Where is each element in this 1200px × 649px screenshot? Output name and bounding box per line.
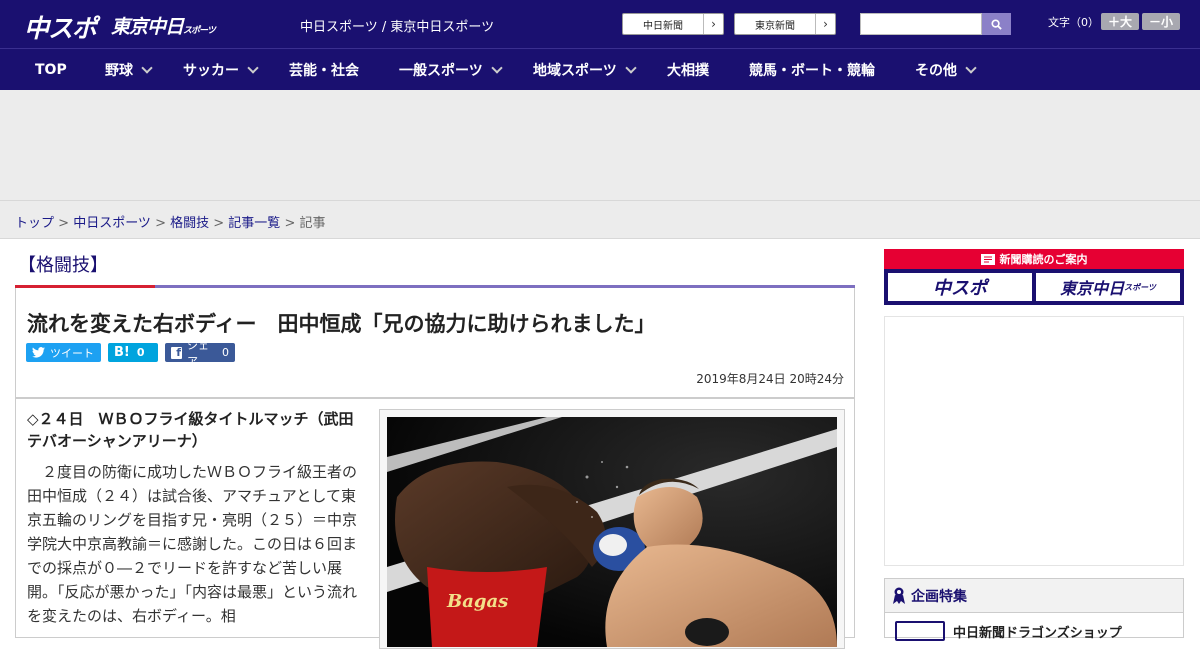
chevron-down-icon [965,61,977,74]
article-title: 流れを変えた右ボディー 田中恒成「兄の協力に助けられました」 [27,312,656,336]
hatena-bookmark-button[interactable]: B! 0 [108,343,158,362]
boxing-match-photo[interactable]: Bagas [387,417,837,647]
breadcrumb-separator: > [209,216,229,231]
search-input[interactable] [860,13,982,35]
article-date: 2019年8月24日 20時24分 [696,372,844,386]
main-nav: TOP 野球 サッカー 芸能・社会 一般スポーツ 地域スポーツ 大相撲 競馬・ボ… [0,48,1200,90]
paper-link-label: 東京新聞 [755,20,795,32]
chevron-down-icon [625,61,637,74]
facebook-share-label: シェア [187,338,209,368]
feature-item-dragons-shop[interactable]: 中日新聞ドラゴンズショップ [895,621,1122,641]
ribbon-icon [893,587,905,604]
nav-item-local-sports[interactable]: 地域スポーツ [533,49,637,91]
top-header: 中スポ 東京中日スポーツ 中日スポーツ / 東京中日スポーツ 中日新聞 › 東京… [0,0,1200,48]
font-size-increase-button[interactable]: ＋大 [1101,13,1139,30]
twitter-icon [32,347,45,358]
nav-item-baseball[interactable]: 野球 [105,49,153,91]
subscribe-chunichi-sports[interactable]: 中スポ [888,273,1032,301]
nav-item-racing[interactable]: 競馬・ボート・競輪 [749,49,875,91]
feature-heading: 企画特集 [885,579,1183,613]
breadcrumb: トップ > 中日スポーツ > 格闘技 > 記事一覧 > 記事 [15,212,326,231]
tweet-label: ツイート [50,346,94,360]
chevron-down-icon [247,61,259,74]
breadcrumb-bar: トップ > 中日スポーツ > 格闘技 > 記事一覧 > 記事 [0,200,1200,239]
breadcrumb-separator: > [54,216,74,231]
nav-label: 野球 [105,63,133,79]
article-paragraph: ２度目の防衛に成功したＷＢＯフライ級王者の田中恒成（２４）は試合後、アマチュアと… [27,463,358,625]
nav-label: 大相撲 [667,63,709,79]
nav-label: 地域スポーツ [533,63,617,79]
nav-item-sumo[interactable]: 大相撲 [667,49,709,91]
category-heading: 【格闘技】 [18,255,108,276]
sidebar-ad-area [884,316,1184,566]
nav-item-top[interactable]: TOP [35,49,67,91]
paper-link-label: 中日新聞 [643,20,683,32]
facebook-icon: f [171,346,182,359]
feature-heading-label: 企画特集 [911,588,967,605]
nav-item-entertainment[interactable]: 芸能・社会 [289,49,359,91]
logo-tokyo-small: スポーツ [183,26,216,36]
feature-thumbnail [895,621,945,641]
breadcrumb-chunichi-sports[interactable]: 中日スポーツ [73,216,151,231]
top-ad-area [0,90,1200,200]
nav-label: 一般スポーツ [399,63,483,79]
breadcrumb-combat-sports[interactable]: 格闘技 [170,216,209,231]
subscribe-tokyo-chunichi-sports[interactable]: 東京中日 スポーツ [1036,273,1180,301]
article-body: ◇２４日 ＷＢＯフライ級タイトルマッチ（武田テバオーシャンアリーナ） ２度目の防… [15,398,855,649]
nav-item-general-sports[interactable]: 一般スポーツ [399,49,503,91]
chunichi-sports-logo[interactable]: 中スポ [24,9,97,45]
breadcrumb-current: 記事 [299,216,326,231]
breadcrumb-top[interactable]: トップ [15,216,54,231]
nav-item-other[interactable]: その他 [915,49,977,91]
facebook-share-count: 0 [222,346,229,359]
search-icon [991,18,1002,30]
article-header: 流れを変えた右ボディー 田中恒成「兄の協力に助けられました」 ツイート B! 0… [15,288,855,398]
site-name: 中日スポーツ / 東京中日スポーツ [300,20,495,35]
hatena-icon: B! [114,345,130,360]
tweet-button[interactable]: ツイート [26,343,101,362]
breadcrumb-article-list[interactable]: 記事一覧 [228,216,280,231]
boxing-photo-illustration: Bagas [387,417,837,647]
tokyo-shimbun-link[interactable]: 東京新聞 › [734,13,836,35]
nav-label: TOP [35,62,67,78]
nav-label: サッカー [183,63,239,79]
feature-section: 企画特集 中日新聞ドラゴンズショップ [884,578,1184,641]
logo-tokyo-text: 東京中日 [111,16,184,38]
chevron-right-icon: › [815,14,835,34]
subscribe-tokyo-logo-small: スポーツ [1124,282,1156,292]
subscription-banner[interactable]: 新聞購読のご案内 中スポ 東京中日 スポーツ [884,249,1184,305]
hatena-count: 0 [136,346,145,359]
nav-label: その他 [915,63,957,79]
article-lead: ◇２４日 ＷＢＯフライ級タイトルマッチ（武田テバオーシャンアリーナ） [27,410,354,450]
font-size-decrease-button[interactable]: －小 [1142,13,1180,30]
subscription-heading-label: 新聞購読のご案内 [999,253,1088,266]
chevron-down-icon [141,61,153,74]
tokyo-chunichi-sports-logo[interactable]: 東京中日スポーツ [111,12,216,39]
svg-text:Bagas: Bagas [446,591,508,612]
newspaper-icon [980,253,995,265]
breadcrumb-separator: > [150,216,171,231]
subscription-heading: 新聞購読のご案内 [884,249,1184,269]
article-photo-frame: Bagas [379,409,845,649]
nav-label: 競馬・ボート・競輪 [749,63,875,79]
feature-item-label: 中日新聞ドラゴンズショップ [953,625,1122,641]
search-button[interactable] [982,13,1011,35]
font-size-label: 文字（0） [1048,16,1099,29]
facebook-share-button[interactable]: f シェア 0 [165,339,235,368]
nav-label: 芸能・社会 [289,63,359,79]
breadcrumb-separator: > [280,216,300,231]
subscribe-tokyo-logo-text: 東京中日 [1060,279,1125,298]
nav-item-soccer[interactable]: サッカー [183,49,259,91]
chunichi-shimbun-link[interactable]: 中日新聞 › [622,13,724,35]
chevron-down-icon [491,61,503,74]
chevron-right-icon: › [703,14,723,34]
